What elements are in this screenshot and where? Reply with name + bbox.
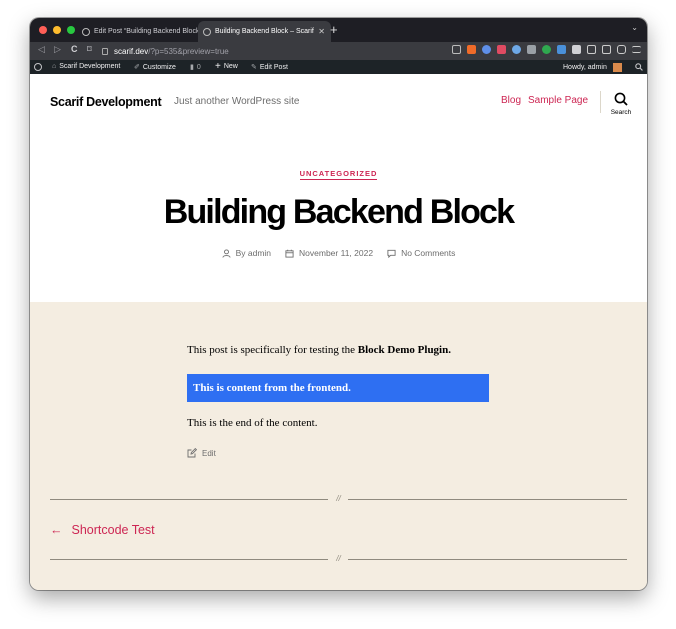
wordpress-favicon-icon [82, 27, 90, 36]
url-path: /?p=535&preview=true [148, 46, 229, 56]
separator-line [348, 559, 627, 560]
tab-title: Edit Post “Building Backend Block” [94, 28, 202, 35]
post-comments-label: No Comments [401, 248, 456, 258]
brave-shield-icon[interactable] [467, 45, 476, 54]
wp-logo-menu[interactable] [34, 63, 42, 71]
forward-button[interactable]: ▷ [54, 44, 61, 55]
post-date-label: November 11, 2022 [299, 248, 374, 258]
extension-icon[interactable] [557, 45, 566, 54]
extension-icons [452, 45, 641, 54]
extension-icon[interactable] [527, 45, 536, 54]
tab-title: Building Backend Block – Scarif [215, 28, 314, 35]
reload-button[interactable]: C [71, 44, 78, 54]
admin-bar-comments-count: 0 [196, 63, 201, 71]
close-tab-icon[interactable]: ✕ [318, 27, 325, 36]
edit-label: Edit [202, 448, 216, 458]
post-separator: // [50, 554, 627, 564]
admin-bar-site-link[interactable]: ⌂ Scarif Development [52, 63, 120, 70]
post-intro-paragraph: This post is specifically for testing th… [187, 344, 451, 356]
admin-bar-edit-post-label: Edit Post [259, 63, 288, 71]
edit-icon [187, 448, 197, 458]
new-tab-button[interactable]: + [330, 22, 338, 38]
wordpress-logo-icon [34, 63, 42, 71]
site-header: Scarif Development Just another WordPres… [30, 74, 647, 302]
sidebar-icon[interactable] [602, 45, 611, 54]
post-author[interactable]: By admin [222, 248, 271, 258]
window-controls [39, 26, 75, 34]
site-description: Just another WordPress site [174, 96, 300, 107]
url-domain: scarif.dev [114, 46, 149, 56]
post-end-paragraph: This is the end of the content. [187, 417, 318, 429]
comment-icon [387, 249, 396, 258]
close-window-button[interactable] [39, 26, 47, 34]
admin-bar-comments[interactable]: ▮ 0 [190, 63, 201, 72]
admin-bar-edit-post[interactable]: ✎ Edit Post [251, 63, 288, 72]
post-intro-text: This post is specifically for testing th… [187, 344, 358, 356]
browser-window: Edit Post “Building Backend Block” Build… [30, 18, 647, 590]
post-content: This post is specifically for testing th… [30, 302, 647, 590]
calendar-icon [285, 249, 294, 258]
admin-bar-site-label: Scarif Development [59, 63, 121, 70]
menu-item-blog[interactable]: Blog [501, 95, 521, 106]
edit-post-link[interactable]: Edit [187, 448, 216, 458]
post-date[interactable]: November 11, 2022 [285, 248, 373, 258]
post-comments-link[interactable]: No Comments [387, 248, 455, 258]
wp-admin-bar: ⌂ Scarif Development ✐ Customize ▮ 0 + N… [30, 60, 647, 74]
tab-edit-post[interactable]: Edit Post “Building Backend Block” [78, 21, 202, 42]
comment-bubble-icon: ▮ [190, 64, 194, 71]
wordpress-favicon-icon [203, 27, 211, 36]
tab-strip: Edit Post “Building Backend Block” Build… [30, 18, 647, 42]
minimize-window-button[interactable] [53, 26, 61, 34]
arrow-left-icon: ← [50, 523, 63, 537]
wallet-icon[interactable] [617, 45, 626, 54]
playlist-icon[interactable] [587, 45, 596, 54]
lock-icon [102, 47, 108, 55]
post-category-link[interactable]: UNCATEGORIZED [30, 169, 647, 180]
search-label: Search [610, 109, 632, 116]
admin-bar-account[interactable]: Howdy, admin [563, 63, 622, 72]
extension-icon[interactable] [542, 45, 551, 54]
maximize-window-button[interactable] [67, 26, 75, 34]
search-icon [614, 92, 628, 106]
admin-bar-howdy: Howdy, admin [563, 64, 607, 71]
address-bar[interactable]: scarif.dev /?p=535&preview=true [102, 44, 442, 58]
person-icon [222, 248, 231, 258]
brush-icon: ✐ [134, 64, 140, 71]
browser-toolbar: ◁ ▷ C ⌑ scarif.dev /?p=535&preview=true [30, 42, 647, 60]
home-icon: ⌂ [52, 63, 57, 70]
pocket-icon[interactable] [497, 45, 506, 54]
tab-menu-chevron-icon[interactable]: ⌄ [631, 23, 638, 32]
tab-post-preview[interactable]: Building Backend Block – Scarif ✕ [198, 21, 331, 42]
extension-icon[interactable] [512, 45, 521, 54]
post-title: Building Backend Block [163, 193, 515, 231]
separator-line [348, 499, 627, 500]
post-category-label: UNCATEGORIZED [299, 169, 378, 180]
previous-post-title: Shortcode Test [71, 523, 155, 537]
menu-separator [600, 91, 601, 113]
menu-item-sample-page[interactable]: Sample Page [528, 95, 588, 106]
extension-icon[interactable] [482, 45, 491, 54]
previous-post-link[interactable]: ← Shortcode Test [50, 523, 155, 537]
bookmark-button[interactable]: ⌑ [87, 44, 92, 55]
search-toggle-button[interactable]: Search [608, 92, 634, 116]
search-icon [635, 63, 643, 71]
admin-bar-search[interactable] [635, 63, 643, 71]
menu-icon[interactable] [632, 46, 641, 53]
admin-bar-customize-label: Customize [142, 63, 176, 71]
plus-icon: + [215, 61, 221, 72]
admin-bar-new[interactable]: + New [215, 61, 238, 72]
frontend-content-block: This is content from the frontend. [187, 374, 489, 402]
back-button[interactable]: ◁ [38, 44, 45, 55]
post-author-label: By admin [235, 248, 272, 258]
admin-bar-new-label: New [223, 63, 238, 70]
pencil-icon: ✎ [251, 64, 257, 71]
post-intro-bold: Block Demo Plugin. [357, 344, 451, 356]
admin-bar-customize[interactable]: ✐ Customize [134, 63, 176, 72]
site-title[interactable]: Scarif Development [50, 95, 162, 109]
avatar [612, 63, 622, 72]
puzzle-icon[interactable] [572, 45, 581, 54]
share-icon[interactable] [452, 45, 461, 54]
post-meta: By admin November 11, 2022 No Comments [30, 248, 647, 258]
post-separator: // [50, 494, 627, 504]
